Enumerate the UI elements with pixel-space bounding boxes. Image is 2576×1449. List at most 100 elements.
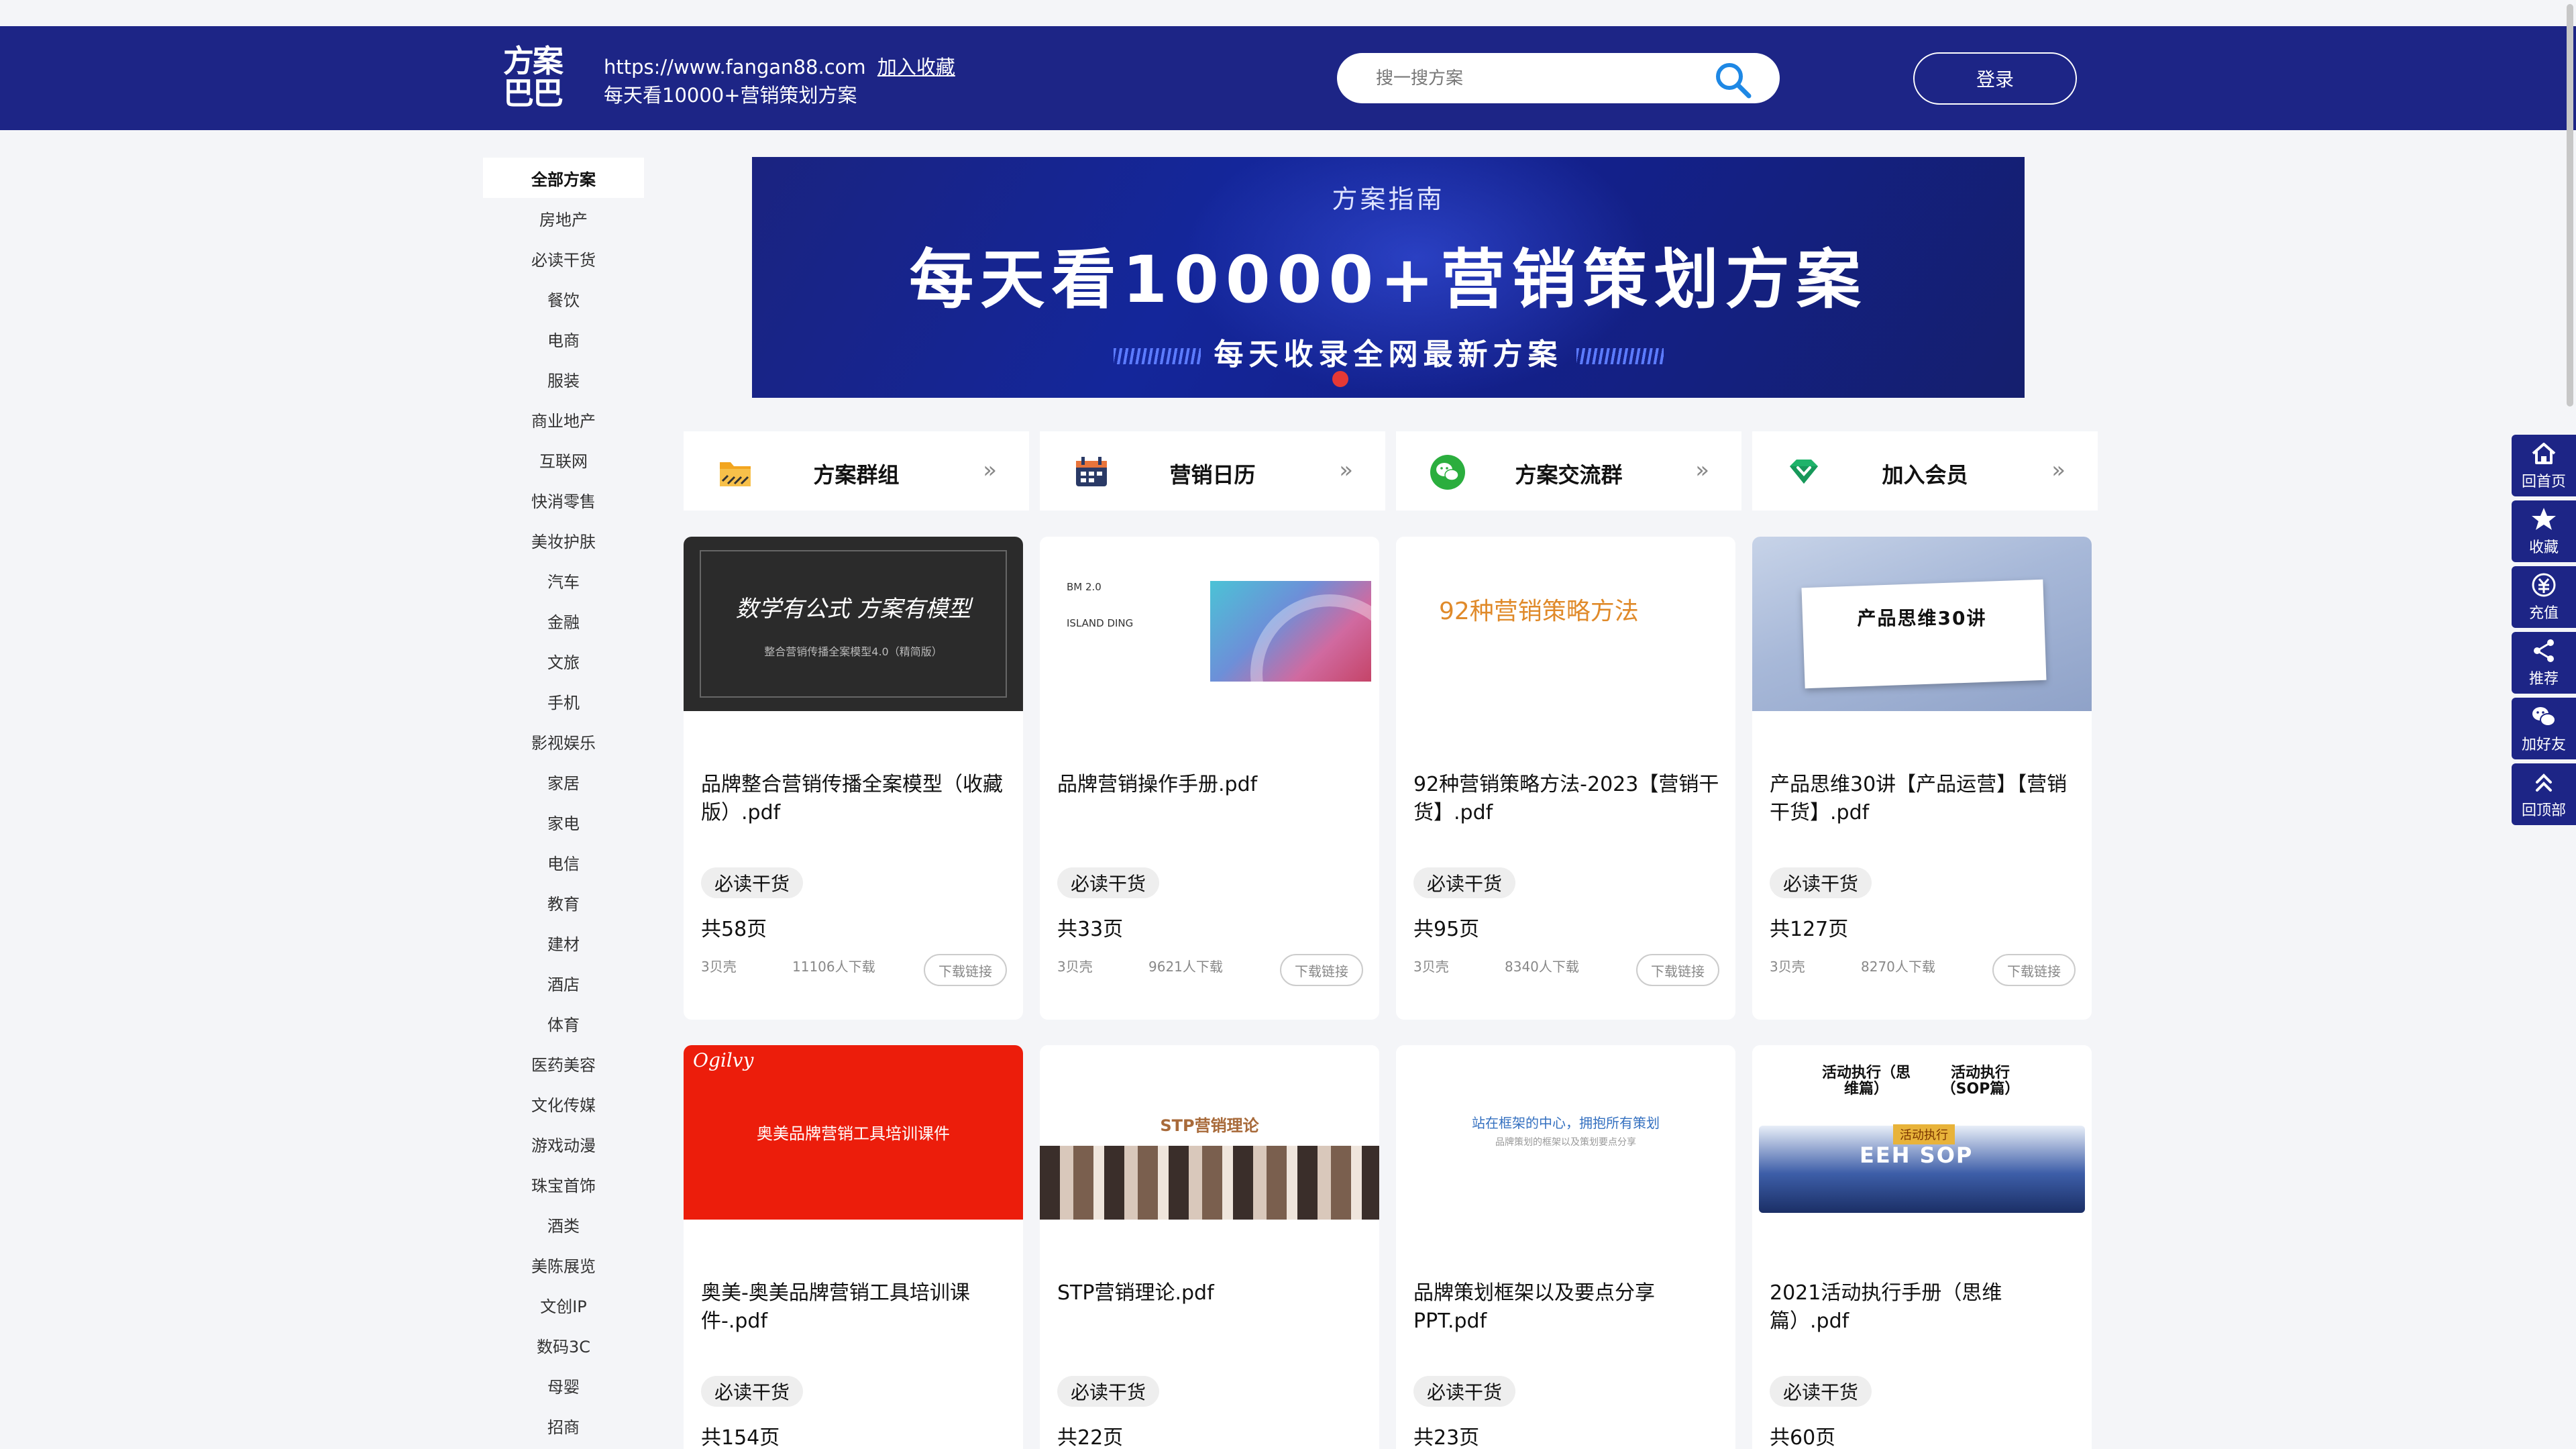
sidebar-category-item[interactable]: 酒店 [483,963,644,1003]
sidebar-category-item[interactable]: 教育 [483,882,644,922]
card-tag[interactable]: 必读干货 [701,867,804,898]
sidebar-category-item[interactable]: 游戏动漫 [483,1124,644,1164]
card-tag[interactable]: 必读干货 [1413,867,1516,898]
sidebar-category-item[interactable]: 文旅 [483,641,644,681]
top-strip [0,0,2576,26]
sidebar-category-item[interactable]: 家居 [483,761,644,802]
card-title[interactable]: 92种营销策略方法-2023【营销干货】.pdf [1413,771,1722,827]
toolbar-label: 推荐 [2528,671,2559,688]
card-tag[interactable]: 必读干货 [1770,1376,1872,1407]
card-tag[interactable]: 必读干货 [1057,1376,1160,1407]
card-thumbnail[interactable]: 92种营销策略方法 [1396,537,1735,711]
sidebar-category-item[interactable]: 全部方案 [483,158,644,198]
sidebar-category-item[interactable]: 招商 [483,1405,644,1446]
quick-link-groups[interactable]: 方案群组 » [684,431,1029,511]
site-url: https://www.fangan88.com 加入收藏 [604,52,955,80]
card-tag[interactable]: 必读干货 [1413,1376,1516,1407]
document-card[interactable]: STP营销理论 STP营销理论.pdf 必读干货 共22页 [1040,1045,1379,1449]
sidebar-category-item[interactable]: 汽车 [483,560,644,600]
site-logo[interactable]: 方案 巴巴 [503,45,570,109]
sidebar-category-item[interactable]: 文创IP [483,1285,644,1325]
card-title[interactable]: 品牌策划框架以及要点分享PPT.pdf [1413,1279,1722,1336]
sidebar-category-item[interactable]: 建材 [483,922,644,963]
download-button[interactable]: 下载链接 [924,954,1007,986]
card-thumbnail[interactable]: 产品思维30讲 [1752,537,2092,711]
hero-banner[interactable]: 方案指南 每天看10000+营销策划方案 每天收录全网最新方案 [752,157,2025,398]
card-thumbnail[interactable]: 站在框架的中心，拥抱所有策划 品牌策划的框架以及策划要点分享 [1396,1045,1735,1220]
document-card[interactable]: Ogilvy 奥美品牌营销工具培训课件 奥美-奥美品牌营销工具培训课件-.pdf… [684,1045,1023,1449]
card-title[interactable]: 品牌整合营销传播全案模型（收藏版）.pdf [701,771,1010,827]
card-title[interactable]: 2021活动执行手册（思维篇）.pdf [1770,1279,2078,1336]
thumbnail-subtitle: ISLAND DING [1067,617,1134,629]
card-thumbnail[interactable]: 数学有公式 方案有模型 整合营销传播全案模型4.0（精简版） [684,537,1023,711]
thumbnail-frame [700,550,1007,698]
document-card[interactable]: 活动执行（思维篇） 活动执行（SOP篇） 活动执行 EEH SOP 2021活动… [1752,1045,2092,1449]
document-card[interactable]: 产品思维30讲 产品思维30讲【产品运营】【营销干货】.pdf 必读干货 共12… [1752,537,2092,1020]
card-downloads: 8270人下载 [1861,959,1935,975]
card-downloads: 9621人下载 [1148,959,1223,975]
card-tag[interactable]: 必读干货 [701,1376,804,1407]
quick-link-chat-group[interactable]: 方案交流群 » [1396,431,1741,511]
sidebar-category-item[interactable]: 金融 [483,600,644,641]
card-title[interactable]: STP营销理论.pdf [1057,1279,1366,1307]
document-card[interactable]: 数学有公式 方案有模型 整合营销传播全案模型4.0（精简版） 品牌整合营销传播全… [684,537,1023,1020]
page-scrollbar-thumb[interactable] [2567,4,2573,407]
add-favorite-link[interactable]: 加入收藏 [877,56,955,78]
sidebar-category-item[interactable]: 必读干货 [483,238,644,278]
search-icon[interactable] [1713,60,1753,100]
sidebar-category-item[interactable]: 母婴 [483,1365,644,1405]
sidebar-category-item[interactable]: 房地产 [483,198,644,238]
login-button[interactable]: 登录 [1913,52,2077,105]
card-thumbnail[interactable]: Ogilvy 奥美品牌营销工具培训课件 [684,1045,1023,1220]
sidebar-category-item[interactable]: 数码3C [483,1325,644,1365]
sidebar-category-item[interactable]: 体育 [483,1003,644,1043]
sidebar-category-item[interactable]: 服装 [483,359,644,399]
card-tag[interactable]: 必读干货 [1057,867,1160,898]
thumbnail-label: EEH SOP [1860,1142,1974,1168]
share-icon [2534,639,2554,662]
quick-link-membership[interactable]: 加入会员 » [1752,431,2098,511]
card-page-count: 共154页 [701,1426,780,1449]
thumbnail-logo: Ogilvy [693,1049,754,1071]
sidebar-category-item[interactable]: 餐饮 [483,278,644,319]
thumbnail-title: 92种营销策略方法 [1439,598,1639,625]
sidebar-category-item[interactable]: 家电 [483,802,644,842]
sidebar-category-item[interactable]: 珠宝首饰 [483,1164,644,1204]
document-card[interactable]: 92种营销策略方法 92种营销策略方法-2023【营销干货】.pdf 必读干货 … [1396,537,1735,1020]
document-card[interactable]: 站在框架的中心，拥抱所有策划 品牌策划的框架以及策划要点分享 品牌策划框架以及要… [1396,1045,1735,1449]
banner-pagination-dot[interactable] [1332,371,1348,387]
sidebar-category-item[interactable]: 快消零售 [483,480,644,520]
star-icon [2532,508,2556,530]
quick-link-calendar[interactable]: 营销日历 » [1040,431,1385,511]
sidebar-category-item[interactable]: 医药美容 [483,1043,644,1083]
toolbar-label: 回首页 [2521,474,2566,490]
thumbnail-title: 站在框架的中心，拥抱所有策划 [1472,1115,1660,1131]
card-thumbnail[interactable]: BM 2.0 ISLAND DING [1040,537,1379,711]
download-button[interactable]: 下载链接 [1636,954,1719,986]
sidebar-category-item[interactable]: 影视娱乐 [483,721,644,761]
sidebar-category-item[interactable]: 文化传媒 [483,1083,644,1124]
sidebar-category-item[interactable]: 互联网 [483,439,644,480]
card-thumbnail[interactable]: 活动执行（思维篇） 活动执行（SOP篇） 活动执行 EEH SOP [1752,1045,2092,1220]
card-downloads: 8340人下载 [1505,959,1579,975]
card-tag[interactable]: 必读干货 [1770,867,1872,898]
card-title[interactable]: 奥美-奥美品牌营销工具培训课件-.pdf [701,1279,1010,1336]
sidebar-category-item[interactable]: 商业地产 [483,399,644,439]
quick-link-label: 方案交流群 [1515,462,1623,488]
card-title[interactable]: 产品思维30讲【产品运营】【营销干货】.pdf [1770,771,2078,827]
sidebar-category-item[interactable]: 美妆护肤 [483,520,644,560]
sidebar-category-item[interactable]: 美陈展览 [483,1244,644,1285]
quick-link-label: 营销日历 [1169,462,1256,488]
sidebar-category-item[interactable]: 手机 [483,681,644,721]
card-title[interactable]: 品牌营销操作手册.pdf [1057,771,1366,799]
sidebar-category-item[interactable]: 酒类 [483,1204,644,1244]
sidebar-category-item[interactable]: 电商 [483,319,644,359]
sidebar-category-item[interactable]: 电信 [483,842,644,882]
thumbnail-subtitle: 整合营销传播全案模型4.0（精简版） [764,645,943,658]
download-button[interactable]: 下载链接 [1280,954,1363,986]
document-card[interactable]: BM 2.0 ISLAND DING 品牌营销操作手册.pdf 必读干货 共33页… [1040,537,1379,1020]
banner-tagline-row: 每天收录全网最新方案 [752,330,2025,373]
download-button[interactable]: 下载链接 [1992,954,2076,986]
search-input[interactable] [1376,53,1698,103]
card-thumbnail[interactable]: STP营销理论 [1040,1045,1379,1220]
